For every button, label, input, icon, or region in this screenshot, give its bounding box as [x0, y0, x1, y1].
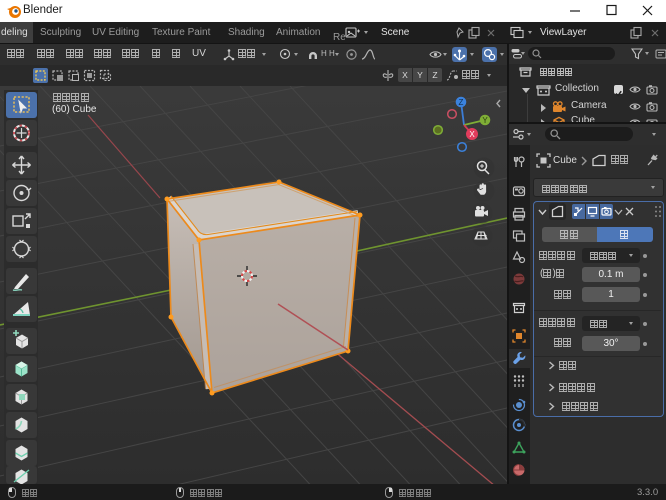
- svg-text:Y: Y: [482, 116, 488, 125]
- svg-text:Z: Z: [459, 98, 464, 107]
- svg-text:X: X: [469, 130, 475, 139]
